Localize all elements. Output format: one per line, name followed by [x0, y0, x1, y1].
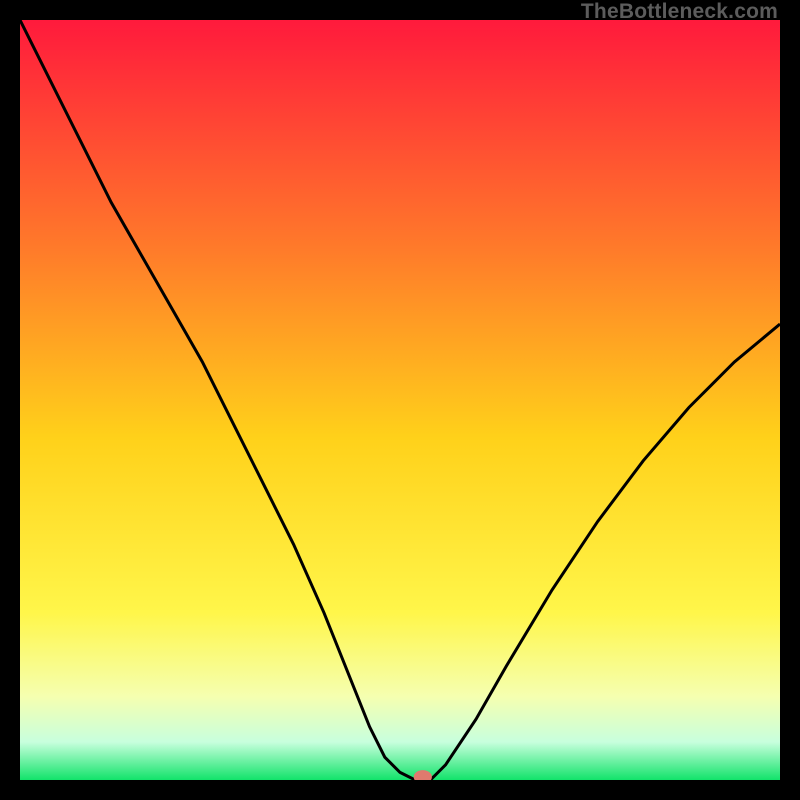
chart-frame: TheBottleneck.com	[0, 0, 800, 800]
bottleneck-chart	[20, 20, 780, 780]
gradient-background	[20, 20, 780, 780]
